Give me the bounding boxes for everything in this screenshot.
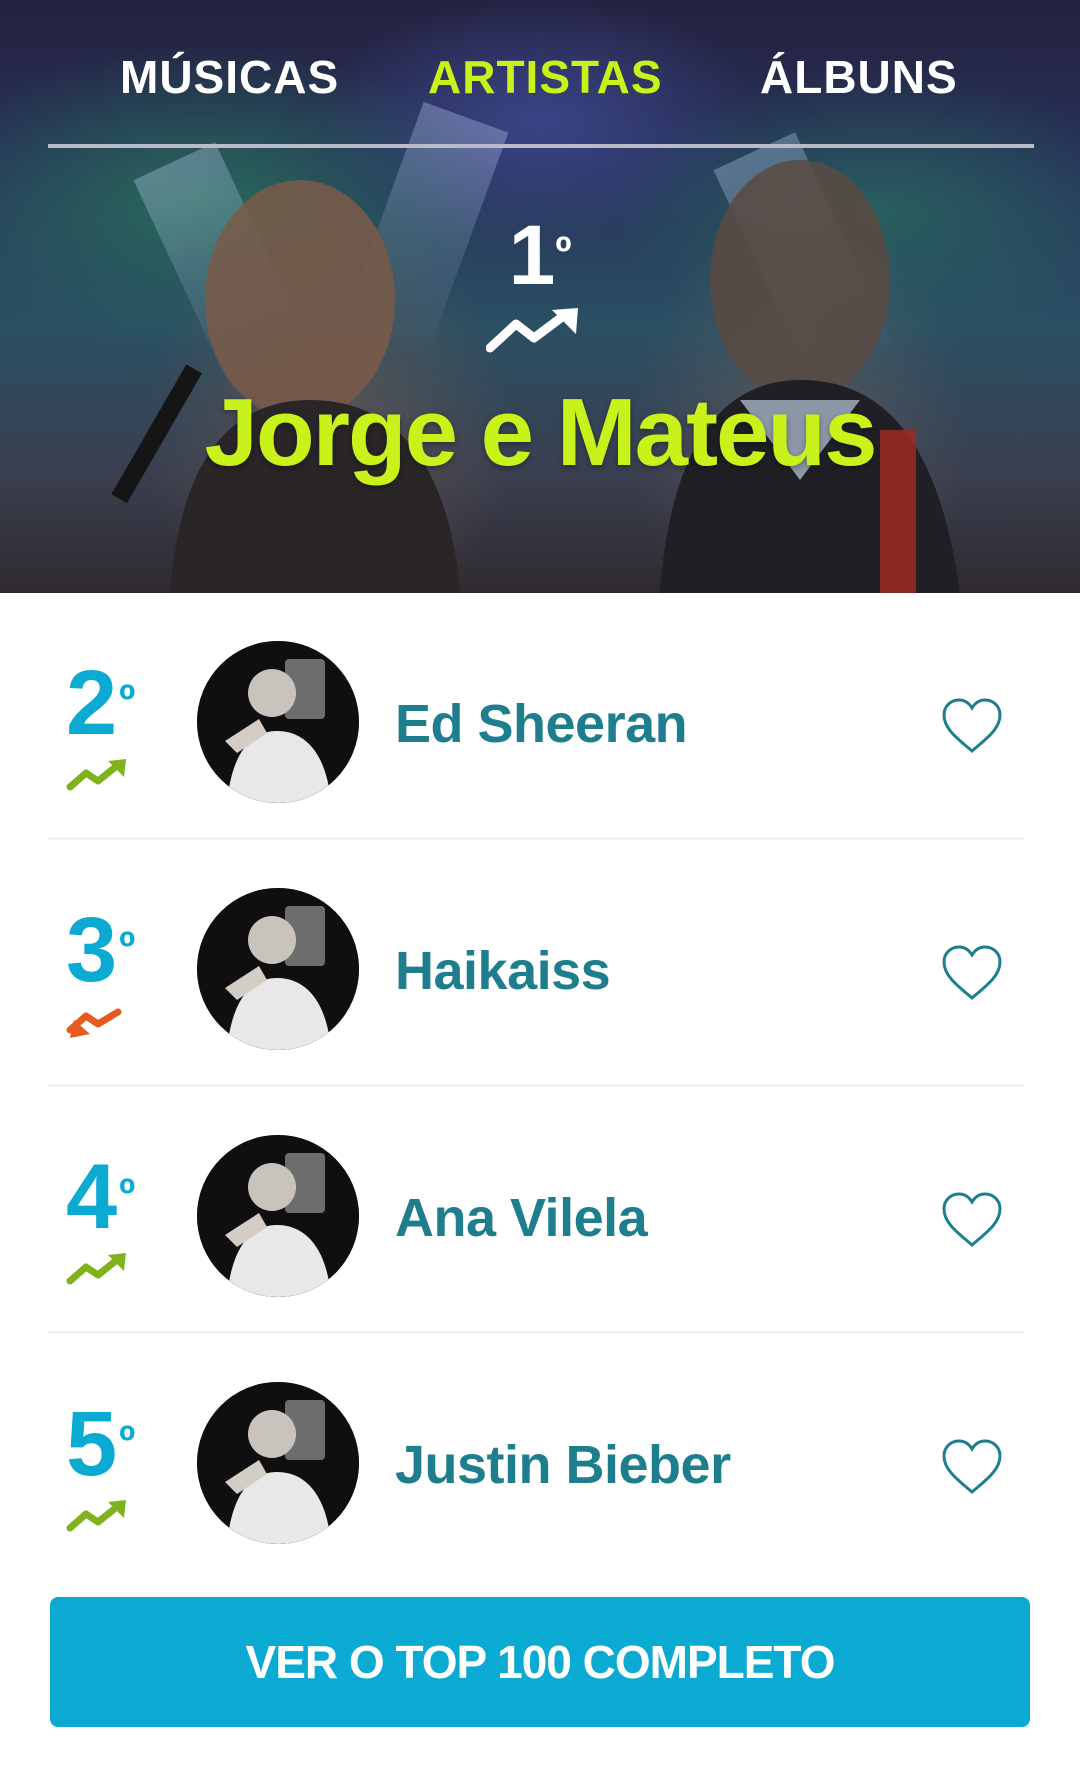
trend-down-icon <box>66 1008 122 1038</box>
artist-photo <box>197 888 359 1050</box>
trend-up-icon <box>486 308 578 353</box>
trend-up-icon <box>66 1253 126 1285</box>
featured-rank-number: 1 <box>508 208 556 302</box>
avatar[interactable] <box>197 888 359 1050</box>
artist-photo <box>197 1135 359 1297</box>
artist-name[interactable]: Justin Bieber <box>395 1434 731 1496</box>
list-item[interactable]: 5º Justin Bieber <box>0 1334 1080 1581</box>
artist-name[interactable]: Ana Vilela <box>395 1187 648 1249</box>
chart-tabs: MÚSICAS ARTISTAS ÁLBUNS <box>48 40 1034 148</box>
heart-outline-icon[interactable] <box>940 944 1004 1002</box>
artist-photo <box>197 641 359 803</box>
rank-number: 3º <box>66 899 136 1001</box>
tab-musicas[interactable]: MÚSICAS <box>120 50 339 104</box>
featured-artist-name[interactable]: Jorge e Mateus <box>0 378 1080 488</box>
rank-number: 5º <box>66 1393 136 1495</box>
list-item[interactable]: 4º Ana Vilela <box>0 1087 1080 1334</box>
featured-rank-suffix: º <box>555 228 572 277</box>
heart-outline-icon[interactable] <box>940 1438 1004 1496</box>
avatar[interactable] <box>197 1382 359 1544</box>
featured-rank: 1º <box>0 210 1080 300</box>
trend-up-icon <box>66 1500 126 1532</box>
featured-artist-banner[interactable]: MÚSICAS ARTISTAS ÁLBUNS 1º Jorge e Mateu… <box>0 0 1080 593</box>
heart-outline-icon[interactable] <box>940 697 1004 755</box>
avatar[interactable] <box>197 1135 359 1297</box>
tab-albuns[interactable]: ÁLBUNS <box>760 50 958 104</box>
artist-ranking-list: 2º Ed Sheeran 3º Haikaiss 4º Ana Vilela … <box>0 593 1080 1581</box>
view-top-100-button[interactable]: VER O TOP 100 COMPLETO <box>50 1597 1030 1727</box>
trend-up-icon <box>66 759 126 791</box>
artist-photo <box>197 1382 359 1544</box>
avatar[interactable] <box>197 641 359 803</box>
tab-artistas[interactable]: ARTISTAS <box>428 50 663 104</box>
list-item[interactable]: 3º Haikaiss <box>0 840 1080 1087</box>
list-item[interactable]: 2º Ed Sheeran <box>0 593 1080 840</box>
rank-number: 4º <box>66 1146 136 1248</box>
heart-outline-icon[interactable] <box>940 1191 1004 1249</box>
rank-number: 2º <box>66 652 136 754</box>
artist-name[interactable]: Haikaiss <box>395 940 611 1002</box>
artist-name[interactable]: Ed Sheeran <box>395 693 688 755</box>
